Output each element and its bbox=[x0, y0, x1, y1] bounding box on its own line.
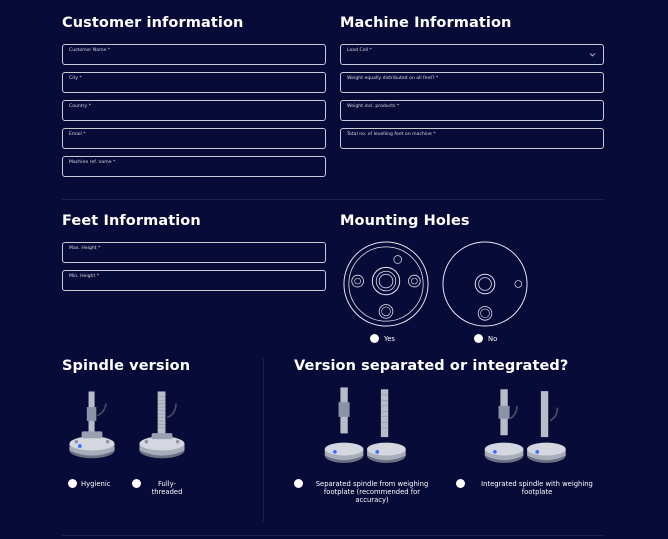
country-input[interactable] bbox=[69, 110, 319, 118]
weight-incl-products-field[interactable]: Weight incl. products * bbox=[340, 100, 604, 121]
section-divider bbox=[62, 199, 604, 200]
feet-section-title: Feet Information bbox=[62, 213, 201, 229]
integrated-label: Integrated spindle with weighing footpla… bbox=[481, 480, 593, 496]
total-feet-field[interactable]: Total no. of levelling feet on machine * bbox=[340, 128, 604, 149]
integrated-spindle-image[interactable] bbox=[482, 384, 574, 470]
city-field[interactable]: City * bbox=[62, 72, 326, 93]
mounting-no-radio[interactable] bbox=[474, 334, 483, 343]
min-height-field[interactable]: Min. Height * bbox=[62, 270, 326, 291]
machine-ref-name-label: Machine ref. name * bbox=[69, 160, 116, 165]
email-input[interactable] bbox=[69, 138, 319, 146]
machine-section-title: Machine Information bbox=[340, 15, 512, 31]
customer-name-label: Customer Name * bbox=[69, 48, 111, 53]
load-cell-label: Load Cell * bbox=[347, 48, 372, 53]
separated-label: Separated spindle from weighing footplat… bbox=[315, 480, 429, 504]
chevron-down-icon[interactable] bbox=[589, 51, 596, 58]
customer-name-input[interactable] bbox=[69, 54, 319, 62]
separated-spindle-image[interactable] bbox=[322, 384, 414, 470]
fully-threaded-radio[interactable] bbox=[132, 479, 141, 488]
weight-incl-products-label: Weight incl. products * bbox=[347, 104, 400, 109]
integrated-radio[interactable] bbox=[456, 479, 465, 488]
total-feet-label: Total no. of levelling feet on machine * bbox=[347, 132, 436, 137]
weight-distributed-input[interactable] bbox=[347, 82, 597, 90]
fully-threaded-spindle-image[interactable] bbox=[136, 384, 188, 470]
weight-distributed-label: Weight equally distributed on all feet? … bbox=[347, 76, 439, 81]
customer-name-field[interactable]: Customer Name * bbox=[62, 44, 326, 65]
hygienic-label: Hygienic bbox=[81, 480, 111, 488]
max-height-label: Max. Height * bbox=[69, 246, 101, 251]
mounting-yes-label: Yes bbox=[384, 335, 395, 343]
separated-radio[interactable] bbox=[294, 479, 303, 488]
email-field[interactable]: Email * bbox=[62, 128, 326, 149]
city-input[interactable] bbox=[69, 82, 319, 90]
min-height-input[interactable] bbox=[69, 280, 319, 288]
mounting-no-label: No bbox=[488, 335, 498, 343]
max-height-input[interactable] bbox=[69, 252, 319, 260]
hygienic-radio[interactable] bbox=[68, 479, 77, 488]
fully-threaded-label: Fully- threaded bbox=[151, 480, 183, 496]
mounting-section-title: Mounting Holes bbox=[340, 213, 470, 229]
mounting-yes-radio[interactable] bbox=[370, 334, 379, 343]
email-label: Email * bbox=[69, 132, 86, 137]
total-feet-input[interactable] bbox=[347, 138, 597, 146]
country-label: Country * bbox=[69, 104, 92, 109]
min-height-label: Min. Height * bbox=[69, 274, 100, 279]
version-section-title: Version separated or integrated? bbox=[294, 358, 569, 374]
country-field[interactable]: Country * bbox=[62, 100, 326, 121]
spindle-section-title: Spindle version bbox=[62, 358, 191, 374]
mounting-holes-no-image[interactable] bbox=[441, 240, 529, 328]
load-cell-input[interactable] bbox=[347, 54, 597, 62]
column-divider bbox=[263, 358, 264, 522]
weight-distributed-field[interactable]: Weight equally distributed on all feet? … bbox=[340, 72, 604, 93]
load-cell-select[interactable]: Load Cell * bbox=[340, 44, 604, 65]
weight-incl-products-input[interactable] bbox=[347, 110, 597, 118]
max-height-field[interactable]: Max. Height * bbox=[62, 242, 326, 263]
machine-ref-name-field[interactable]: Machine ref. name * bbox=[62, 156, 326, 177]
hygienic-spindle-image[interactable] bbox=[66, 384, 118, 470]
machine-ref-name-input[interactable] bbox=[69, 166, 319, 174]
customer-section-title: Customer information bbox=[62, 15, 244, 31]
city-label: City * bbox=[69, 76, 82, 81]
bottom-divider bbox=[62, 535, 604, 536]
mounting-holes-yes-image[interactable] bbox=[342, 240, 430, 328]
